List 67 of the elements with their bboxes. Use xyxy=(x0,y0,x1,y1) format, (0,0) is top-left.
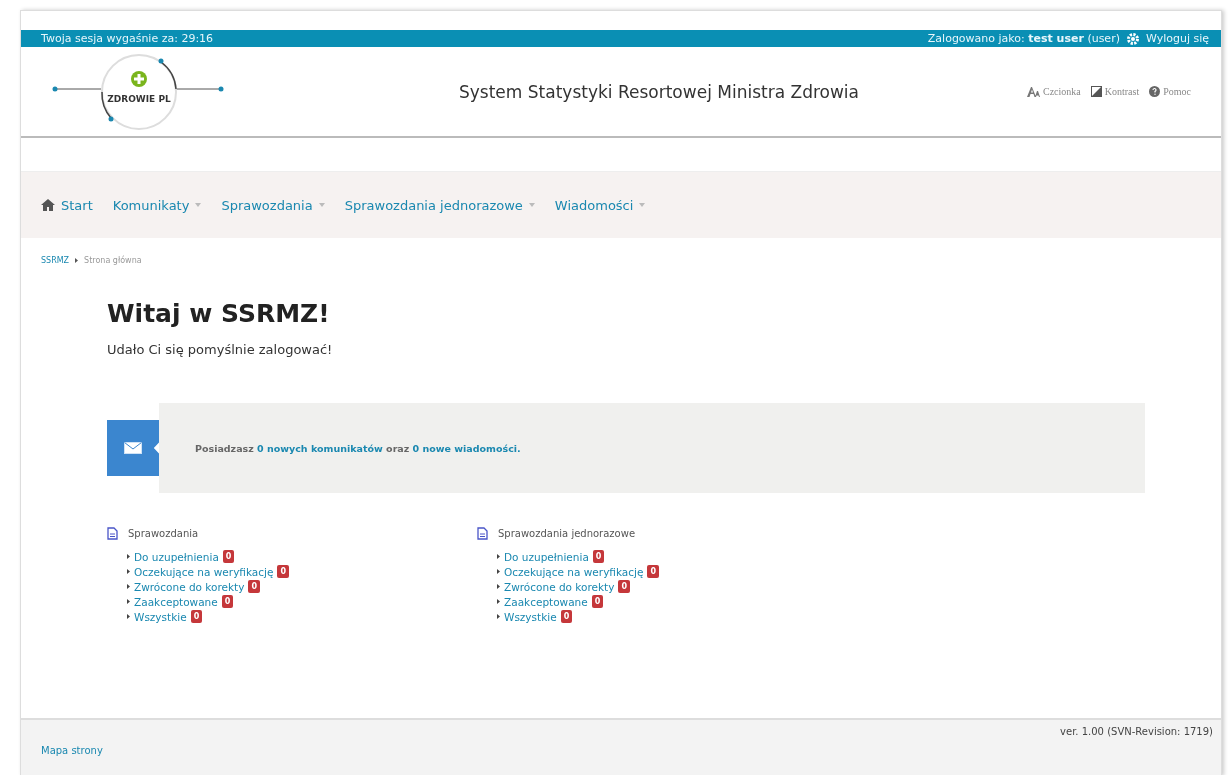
status-link[interactable]: Do uzupełnienia xyxy=(504,550,589,563)
breadcrumb-item[interactable]: SSRMZ xyxy=(41,256,70,265)
breadcrumb-item: Strona główna xyxy=(84,256,142,265)
gear-icon[interactable] xyxy=(1125,31,1140,46)
version-text: ver. 1.00 (SVN-Revision: 1719) xyxy=(1060,726,1213,737)
bullet-icon xyxy=(127,584,130,589)
message-link[interactable]: 0 nowe wiadomości. xyxy=(412,442,521,454)
count-badge: 0 xyxy=(190,610,203,623)
nav-item[interactable]: Sprawozdania xyxy=(221,197,325,213)
count-badge: 0 xyxy=(560,610,573,623)
bullet-icon xyxy=(497,599,500,604)
bullet-icon xyxy=(127,599,130,604)
nav-item[interactable]: Sprawozdania jednorazowe xyxy=(344,197,535,213)
font-link[interactable]: Czcionka xyxy=(1027,86,1081,97)
status-link[interactable]: Oczekujące na weryfikację xyxy=(134,565,274,578)
status-link[interactable]: Zwrócone do korekty xyxy=(134,580,245,593)
section-title: Sprawozdania xyxy=(128,528,199,539)
contrast-icon xyxy=(1090,86,1102,97)
bullet-icon xyxy=(127,569,130,574)
nav-item[interactable]: Komunikaty xyxy=(112,197,202,213)
session-timer: Twoja sesja wygaśnie za: 29:16 xyxy=(41,32,214,45)
help-link[interactable]: Pomoc xyxy=(1149,86,1191,97)
status-link[interactable]: Zwrócone do korekty xyxy=(504,580,615,593)
bullet-icon xyxy=(497,569,500,574)
site-title: System Statystyki Resortowej Ministra Zdrowia xyxy=(458,81,860,102)
caret-icon xyxy=(318,203,325,207)
bullet-icon xyxy=(497,614,500,619)
count-badge: 0 xyxy=(277,565,290,578)
sitemap-link[interactable]: Mapa strony xyxy=(41,745,1213,756)
logo-drawing: ZDROWIE PL xyxy=(51,51,226,132)
section-title: Sprawozdania jednorazowe xyxy=(498,528,636,539)
status-link[interactable]: Wszystkie xyxy=(504,610,557,623)
caret-icon xyxy=(639,203,646,207)
logout-link[interactable]: Wyloguj się xyxy=(1145,32,1209,45)
count-badge: 0 xyxy=(591,595,604,608)
status-link[interactable]: Wszystkie xyxy=(134,610,187,623)
count-badge: 0 xyxy=(647,565,660,578)
bullet-icon xyxy=(127,554,130,559)
message-text: Posiadzasz 0 nowych komunikatów oraz 0 nowe wiadomości. xyxy=(195,442,521,454)
welcome-text: Udało Ci się pomyślnie zalogować! xyxy=(107,342,334,357)
bullet-icon xyxy=(497,584,500,589)
status-link[interactable]: Oczekujące na weryfikację xyxy=(504,565,644,578)
nav-item[interactable]: Start xyxy=(41,197,93,213)
status-link[interactable]: Zaakceptowane xyxy=(504,595,588,608)
caret-icon xyxy=(195,203,202,207)
help-icon xyxy=(1149,86,1161,97)
envelope-icon xyxy=(124,442,142,454)
status-link[interactable]: Do uzupełnienia xyxy=(134,550,219,563)
page-heading: Witaj w SSRMZ! xyxy=(107,299,331,328)
home-icon xyxy=(41,199,55,211)
message-link[interactable]: 0 nowych komunikatów xyxy=(257,442,383,454)
status-link[interactable]: Zaakceptowane xyxy=(134,595,218,608)
count-badge: 0 xyxy=(618,580,631,593)
document-icon xyxy=(107,527,118,540)
contrast-link[interactable]: Kontrast xyxy=(1090,86,1140,97)
document-icon xyxy=(477,527,488,540)
count-badge: 0 xyxy=(222,550,235,563)
separator-icon xyxy=(75,258,79,263)
logged-in-label: Zalogowano jako: test user (user) xyxy=(927,32,1120,45)
caret-icon xyxy=(528,203,535,207)
nav-item[interactable]: Wiadomości xyxy=(554,197,646,213)
bullet-icon xyxy=(497,554,500,559)
font-size-icon xyxy=(1027,86,1040,97)
count-badge: 0 xyxy=(248,580,261,593)
count-badge: 0 xyxy=(221,595,234,608)
bullet-icon xyxy=(127,614,130,619)
count-badge: 0 xyxy=(592,550,605,563)
